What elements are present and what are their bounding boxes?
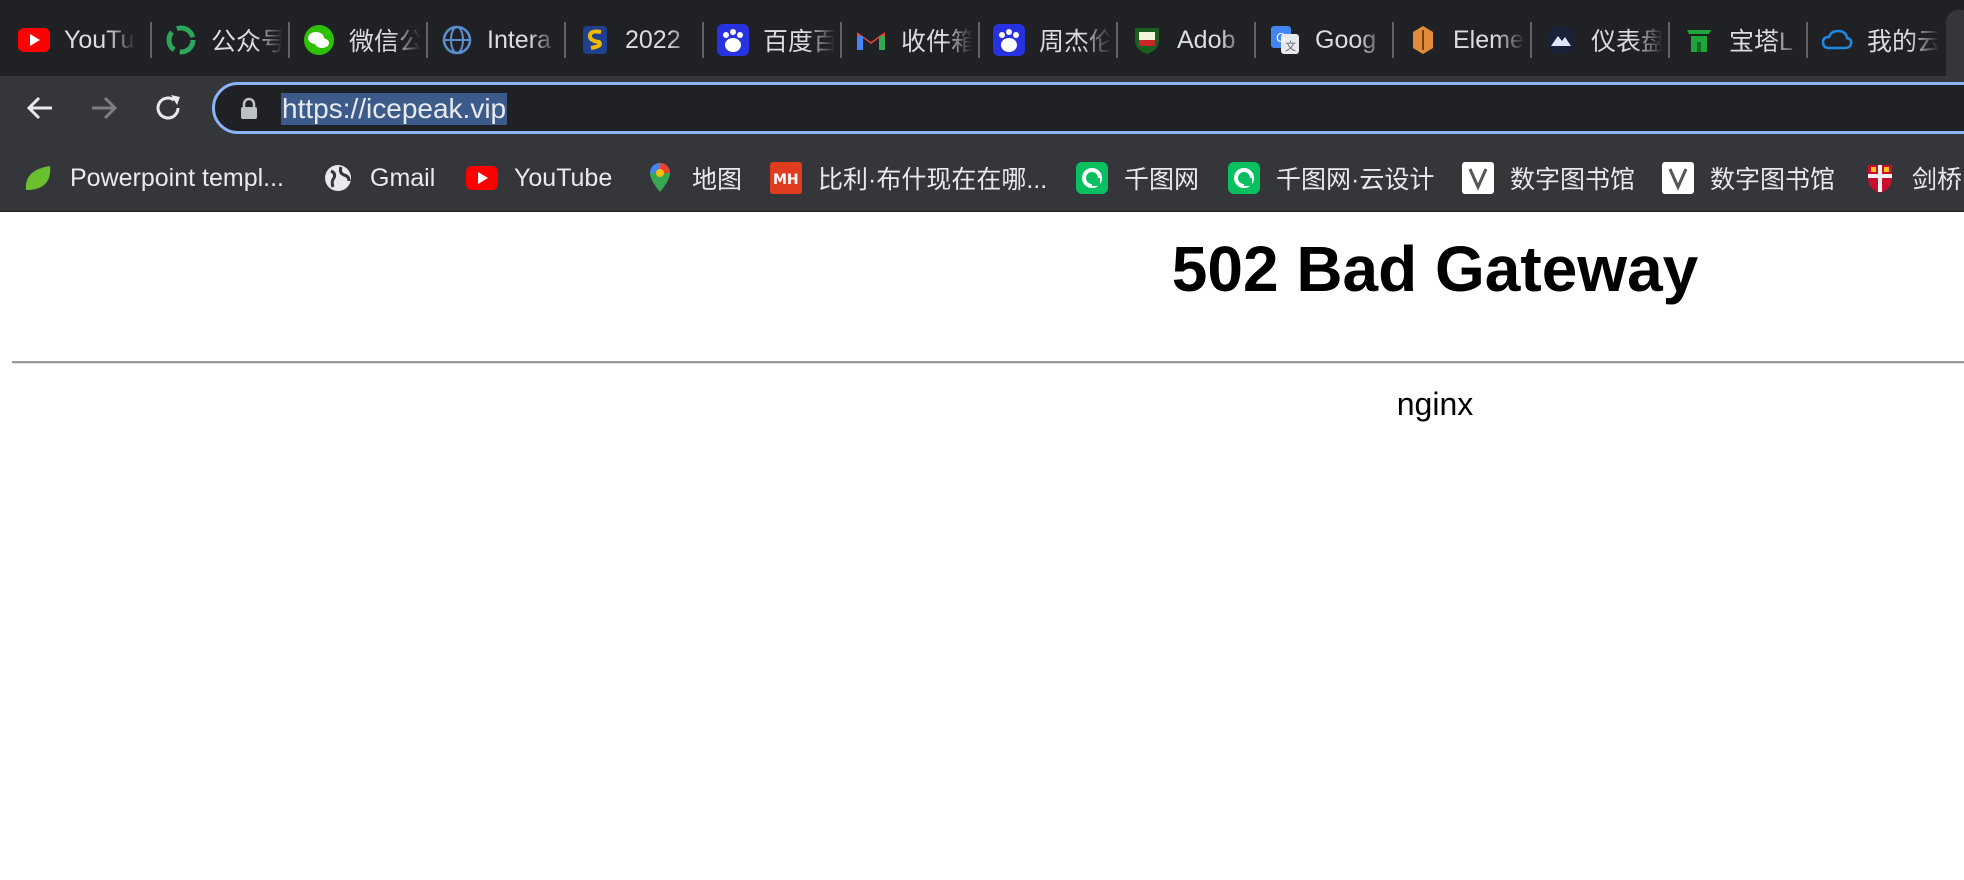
bookmarks-bar: Powerpoint templ... Gmail YouTube 地图 MH …: [0, 144, 1964, 212]
tab-label: Adob: [1177, 25, 1236, 54]
tab-baidu-baike[interactable]: 百度百: [699, 10, 837, 70]
bookmark-digital-library-2[interactable]: 数字图书馆: [1662, 158, 1835, 198]
maps-pin-icon: [644, 162, 676, 194]
baidu-icon: [717, 24, 749, 56]
bookmark-label: 数字图书馆: [1510, 166, 1636, 194]
address-bar[interactable]: https://icepeak.vip: [212, 82, 1964, 134]
bookmark-label: 剑桥: [1912, 166, 1963, 194]
tab-label: 仪表盘: [1591, 28, 1663, 56]
v-library-icon: [1462, 162, 1494, 194]
tab-label: 微信公: [349, 28, 421, 56]
error-title: 502 Bad Gateway: [1171, 233, 1699, 305]
tab-youtube[interactable]: YouTu: [0, 10, 138, 70]
arrow-right-icon: [89, 93, 119, 128]
gongzhonghao-icon: [165, 24, 197, 56]
svg-text:MH: MH: [773, 172, 799, 188]
bookmark-qiantu[interactable]: 千图网: [1076, 158, 1199, 198]
tab-2022[interactable]: 2022: [561, 10, 699, 70]
bookmark-label: 千图网: [1124, 166, 1200, 194]
tab-wechat[interactable]: 微信公: [285, 10, 423, 70]
tab-label: 宝塔L: [1729, 28, 1793, 56]
baota-icon: [1683, 24, 1715, 56]
tab-my-cloud[interactable]: 我的云: [1803, 10, 1941, 70]
bookmark-cambridge[interactable]: 剑桥: [1864, 158, 1962, 198]
youtube-icon: [466, 162, 498, 194]
bookmark-powerpoint-templates[interactable]: Powerpoint templ...: [22, 158, 284, 198]
leaf-icon: [22, 162, 54, 194]
tab-label: YouTu: [64, 25, 135, 54]
reload-icon: [153, 93, 183, 128]
bookmark-gmail[interactable]: Gmail: [322, 158, 435, 198]
bookmark-label: Gmail: [370, 163, 436, 192]
globe-icon: [322, 162, 354, 194]
bookmark-qiantu-cloud[interactable]: 千图网·云设计: [1228, 158, 1434, 198]
bookmark-digital-library[interactable]: 数字图书馆: [1462, 158, 1635, 198]
page-content: 502 Bad Gateway nginx: [0, 212, 1964, 880]
tab-google-translate[interactable]: G文 Goog: [1251, 10, 1389, 70]
tab-label: 公众号: [211, 28, 283, 56]
gmail-icon: [855, 24, 887, 56]
svg-text:G: G: [1276, 31, 1285, 45]
crest-icon: [1131, 24, 1163, 56]
youtube-icon: [18, 24, 50, 56]
tab-dashboard[interactable]: 仪表盘: [1527, 10, 1665, 70]
tab-element[interactable]: Eleme: [1389, 10, 1527, 70]
bookmark-label: 比利·布什现在在哪...: [818, 166, 1048, 194]
tab-label: 2022: [625, 25, 681, 54]
mh-icon: MH: [770, 162, 802, 194]
wechat-icon: [303, 24, 335, 56]
reload-button[interactable]: [146, 88, 190, 132]
cambridge-crest-icon: [1864, 162, 1896, 194]
globe-icon: [441, 24, 473, 56]
icepeak-icon: [1545, 24, 1577, 56]
bookmark-label: Powerpoint templ...: [70, 163, 284, 192]
google-translate-icon: G文: [1269, 24, 1301, 56]
bookmark-label: 千图网·云设计: [1276, 166, 1435, 194]
horizontal-rule: [12, 361, 1964, 364]
tab-adobe[interactable]: Adob: [1113, 10, 1251, 70]
toolbar: https://icepeak.vip: [0, 76, 1964, 144]
forward-button[interactable]: [82, 88, 126, 132]
back-button[interactable]: [18, 88, 62, 132]
bookmark-bili-bush[interactable]: MH 比利·布什现在在哪...: [770, 158, 1047, 198]
tab-strip: YouTu 公众号 微信公 Intera 2022 百度百 收件箱 周杰伦 Ad…: [0, 0, 1964, 76]
tab-baota[interactable]: 宝塔L: [1665, 10, 1803, 70]
element-icon: [1407, 24, 1439, 56]
v-library-icon: [1662, 162, 1694, 194]
tab-label: Eleme: [1453, 25, 1524, 54]
tab-label: 收件箱: [901, 28, 973, 56]
bookmark-maps[interactable]: 地图: [644, 158, 742, 198]
bookmark-label: 地图: [692, 166, 743, 194]
server-name: nginx: [1396, 386, 1474, 422]
tab-label: Intera: [487, 25, 551, 54]
cloud-icon: [1821, 24, 1853, 56]
url-text[interactable]: https://icepeak.vip: [281, 93, 508, 125]
active-tab[interactable]: [1946, 10, 1964, 76]
s-logo-icon: [579, 24, 611, 56]
tab-zhoujielun[interactable]: 周杰伦: [975, 10, 1113, 70]
tab-label: Goog: [1315, 25, 1377, 54]
bookmark-label: 数字图书馆: [1710, 166, 1836, 194]
browser-chrome: YouTu 公众号 微信公 Intera 2022 百度百 收件箱 周杰伦 Ad…: [0, 0, 1964, 212]
baidu-icon: [993, 24, 1025, 56]
lock-icon[interactable]: [237, 97, 261, 121]
svg-text:文: 文: [1285, 39, 1296, 53]
bookmark-youtube[interactable]: YouTube: [466, 158, 612, 198]
tab-label: 周杰伦: [1039, 28, 1111, 56]
tab-gongzhonghao[interactable]: 公众号: [147, 10, 285, 70]
qiantu-icon: [1228, 162, 1260, 194]
tab-label: 百度百: [763, 28, 835, 56]
tab-interact[interactable]: Intera: [423, 10, 561, 70]
tab-gmail-inbox[interactable]: 收件箱: [837, 10, 975, 70]
arrow-left-icon: [25, 93, 55, 128]
tab-label: 我的云: [1867, 28, 1939, 56]
qiantu-icon: [1076, 162, 1108, 194]
bookmark-label: YouTube: [514, 163, 613, 192]
